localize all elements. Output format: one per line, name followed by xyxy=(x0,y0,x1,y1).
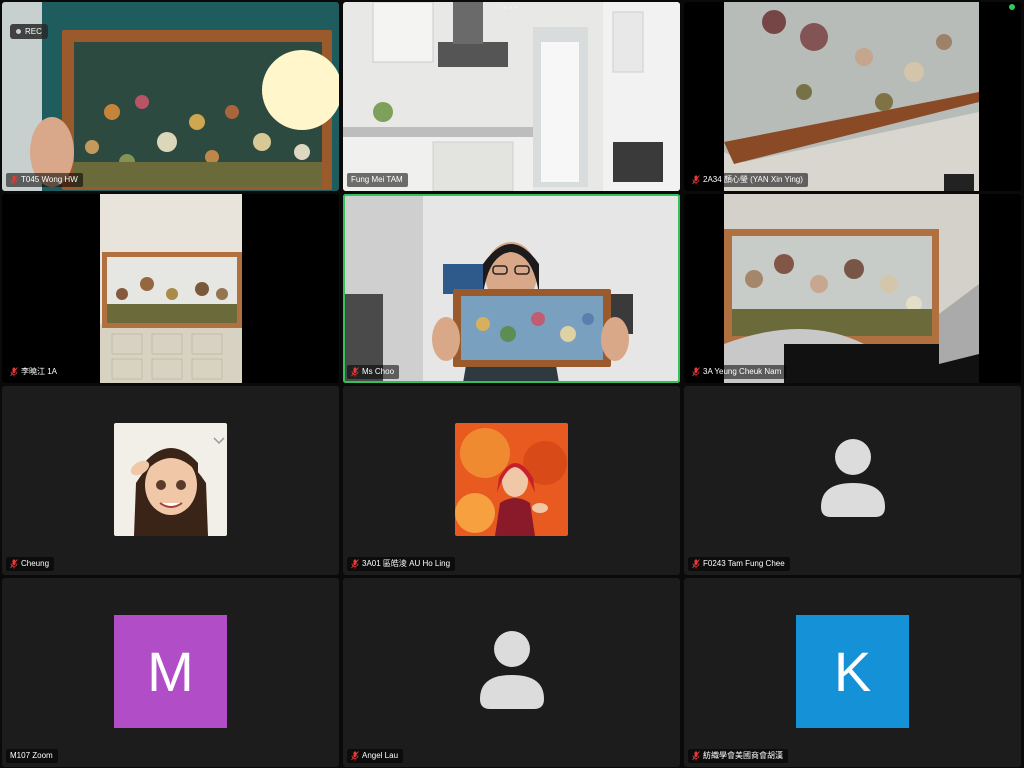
participant-tile[interactable]: F0243 Tam Fung Chee xyxy=(684,386,1021,575)
recording-label: REC xyxy=(25,27,42,36)
participant-name: Cheung xyxy=(21,559,50,568)
tile-options-icon[interactable] xyxy=(503,6,518,9)
participant-tile[interactable]: 3A01 區皓淩 AU Ho Ling xyxy=(343,386,680,575)
mic-muted-icon xyxy=(692,175,700,185)
mic-muted-icon xyxy=(351,367,359,377)
participant-name-tag: M107 Zoom xyxy=(6,749,58,763)
participant-name-tag: 2A34 顏心瑩 (YAN Xin Ying) xyxy=(688,173,808,187)
profile-picture xyxy=(114,423,227,536)
participant-name: T045 Wong HW xyxy=(21,175,78,184)
participant-tile[interactable]: Fung Mei TAM xyxy=(343,2,680,191)
participant-name: M107 Zoom xyxy=(10,751,53,760)
mic-muted-icon xyxy=(692,559,700,569)
participant-name-tag: 3A01 區皓淩 AU Ho Ling xyxy=(347,557,456,571)
participant-name-tag: 3A Yeung Cheuk Nam xyxy=(688,365,787,379)
status-indicator xyxy=(1009,4,1015,10)
participant-name: Angel Lau xyxy=(362,751,399,760)
mic-muted-icon xyxy=(10,559,18,569)
participant-name-tag: F0243 Tam Fung Chee xyxy=(688,557,790,571)
mic-muted-icon xyxy=(10,367,18,377)
video-feed xyxy=(684,2,1021,191)
participant-tile[interactable]: Angel Lau xyxy=(343,578,680,767)
participant-name: 2A34 顏心瑩 (YAN Xin Ying) xyxy=(703,175,803,184)
participant-name-tag: Fung Mei TAM xyxy=(347,173,408,187)
participant-tile[interactable]: 李曉江 1A xyxy=(2,194,339,383)
video-feed xyxy=(343,2,680,191)
cartoon-avatar-image xyxy=(114,423,227,536)
participant-tile[interactable]: Cheung xyxy=(2,386,339,575)
participant-tile[interactable]: REC T045 Wong HW xyxy=(2,2,339,191)
mic-muted-icon xyxy=(10,175,18,185)
participant-name: 紡織學會美國商會胡漢 xyxy=(703,751,783,760)
participant-name-tag: 紡織學會美國商會胡漢 xyxy=(688,749,788,763)
participant-name: 3A01 區皓淩 AU Ho Ling xyxy=(362,559,451,568)
gallery-grid: REC T045 Wong HW Fung Mei TAM 2A34 顏心瑩 (… xyxy=(2,2,1021,767)
participant-name-tag: Cheung xyxy=(6,557,55,571)
recording-indicator[interactable]: REC xyxy=(10,24,48,39)
default-user-icon xyxy=(480,631,544,709)
mic-muted-icon xyxy=(351,751,359,761)
participant-name-tag: T045 Wong HW xyxy=(6,173,83,187)
profile-picture xyxy=(455,423,568,536)
mic-muted-icon xyxy=(351,559,359,569)
participant-tile[interactable]: 3A Yeung Cheuk Nam xyxy=(684,194,1021,383)
avatar-initial: K xyxy=(796,615,909,728)
participant-name: Fung Mei TAM xyxy=(351,175,403,184)
participant-tile[interactable]: K 紡織學會美國商會胡漢 xyxy=(684,578,1021,767)
mic-muted-icon xyxy=(692,367,700,377)
participant-tile[interactable]: 2A34 顏心瑩 (YAN Xin Ying) xyxy=(684,2,1021,191)
participant-tile-active[interactable]: Ms Choo xyxy=(343,194,680,383)
video-feed xyxy=(343,194,680,383)
video-feed xyxy=(2,2,339,191)
participant-name-tag: Ms Choo xyxy=(347,365,400,379)
anime-avatar-image xyxy=(455,423,568,536)
default-user-icon xyxy=(821,439,885,517)
mic-muted-icon xyxy=(692,751,700,761)
record-icon xyxy=(16,29,21,34)
participant-name: 3A Yeung Cheuk Nam xyxy=(703,367,782,376)
video-feed xyxy=(2,194,339,383)
participant-name: Ms Choo xyxy=(362,367,395,376)
video-feed xyxy=(684,194,1021,383)
participant-tile[interactable]: M M107 Zoom xyxy=(2,578,339,767)
avatar-initial: M xyxy=(114,615,227,728)
participant-name: F0243 Tam Fung Chee xyxy=(703,559,785,568)
participant-name: 李曉江 1A xyxy=(21,367,58,376)
participant-name-tag: 李曉江 1A xyxy=(6,365,63,379)
participant-name-tag: Angel Lau xyxy=(347,749,404,763)
